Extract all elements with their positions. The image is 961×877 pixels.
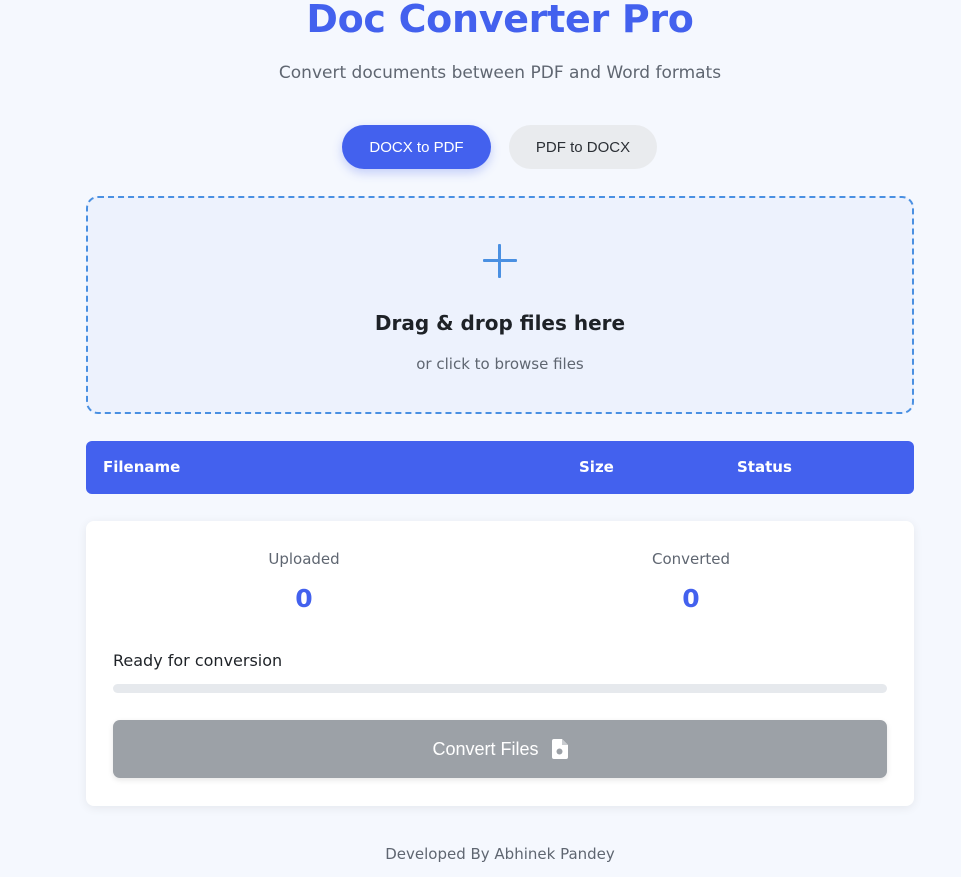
file-dropzone[interactable]: Drag & drop files here or click to brows… bbox=[86, 196, 914, 414]
app-title: Doc Converter Pro bbox=[306, 0, 694, 41]
plus-icon bbox=[483, 244, 517, 278]
column-header-status: Status bbox=[737, 458, 792, 476]
pdf-to-docx-button[interactable]: PDF to DOCX bbox=[509, 125, 657, 169]
column-header-filename: Filename bbox=[103, 458, 181, 476]
dropzone-title: Drag & drop files here bbox=[374, 311, 626, 335]
converted-label: Converted bbox=[651, 550, 731, 568]
docx-to-pdf-button[interactable]: DOCX to PDF bbox=[342, 125, 491, 169]
file-icon bbox=[551, 739, 568, 759]
convert-files-label: Convert Files bbox=[432, 738, 539, 759]
uploaded-label: Uploaded bbox=[268, 550, 340, 568]
uploaded-stat: Uploaded 0 bbox=[184, 549, 424, 614]
footer-credit: Developed By Abhinek Pandey bbox=[385, 845, 615, 863]
conversion-status-text: Ready for conversion bbox=[113, 651, 283, 670]
conversion-stats-card: Uploaded 0 Converted 0 Ready for convers… bbox=[86, 521, 914, 806]
dropzone-subtitle: or click to browse files bbox=[416, 355, 584, 373]
column-header-size: Size bbox=[579, 458, 614, 476]
converted-count: 0 bbox=[682, 584, 700, 613]
conversion-mode-toggle: DOCX to PDF PDF to DOCX bbox=[342, 125, 657, 169]
file-table-header: Filename Size Status bbox=[86, 441, 914, 494]
app-subtitle: Convert documents between PDF and Word f… bbox=[278, 63, 722, 83]
progress-bar bbox=[113, 684, 887, 693]
converted-stat: Converted 0 bbox=[571, 549, 811, 614]
uploaded-count: 0 bbox=[295, 584, 313, 613]
convert-files-button[interactable]: Convert Files bbox=[113, 720, 887, 778]
